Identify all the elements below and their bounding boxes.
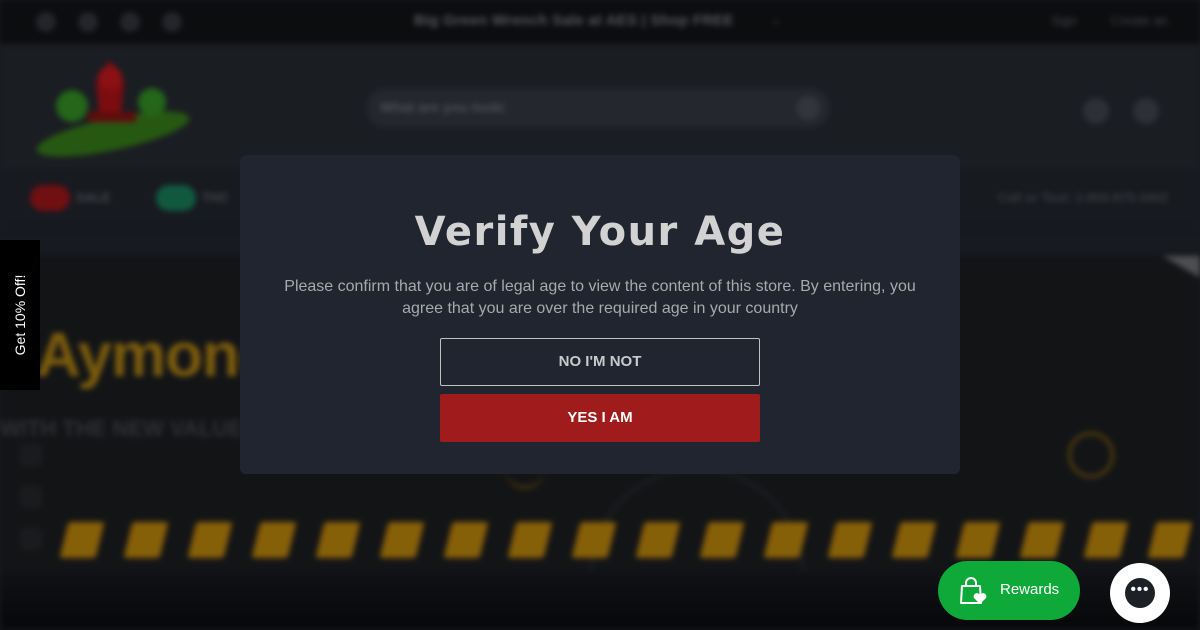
shopping-bag-heart-icon bbox=[960, 577, 987, 604]
discount-tab-label: Get 10% Off! bbox=[12, 274, 28, 356]
rewards-label: Rewards bbox=[1000, 581, 1060, 598]
no-im-not-button[interactable]: NO I'M NOT bbox=[440, 338, 760, 386]
discount-side-tab[interactable]: Get 10% Off! bbox=[0, 240, 40, 390]
rewards-button[interactable]: Rewards bbox=[938, 561, 1080, 620]
modal-title: Verify Your Age bbox=[414, 209, 786, 255]
yes-i-am-button[interactable]: YES I AM bbox=[440, 394, 760, 442]
modal-body: Please confirm that you are of legal age… bbox=[284, 278, 916, 317]
chat-ellipsis-icon: ••• bbox=[1125, 578, 1155, 608]
chat-button[interactable]: ••• bbox=[1110, 563, 1170, 623]
age-verification-modal: Verify Your Age Please confirm that you … bbox=[240, 155, 960, 474]
